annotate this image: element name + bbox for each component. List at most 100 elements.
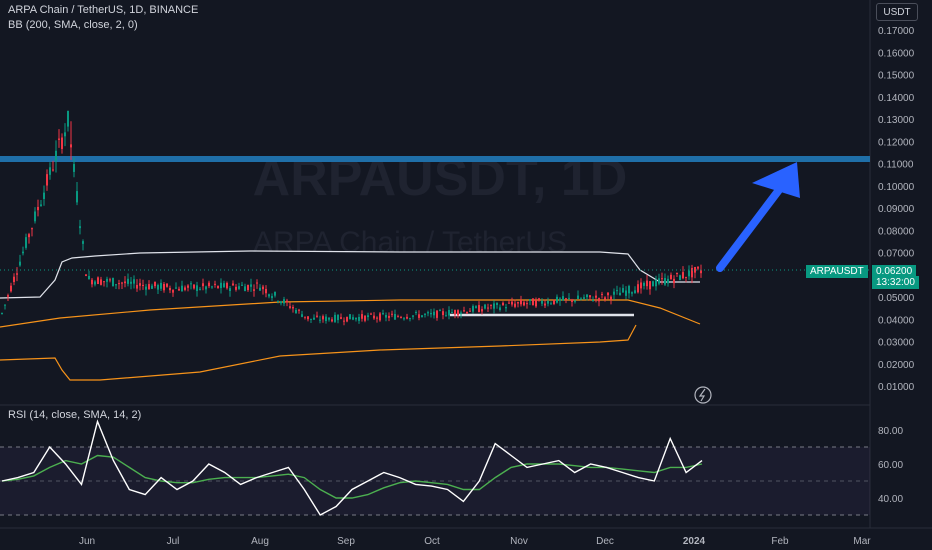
candle-body: [91, 279, 93, 285]
resistance-line[interactable]: [0, 156, 870, 162]
rsi-axis: 80.00 60.00 40.00: [878, 426, 903, 505]
rsi-legend[interactable]: RSI (14, close, SMA, 14, 2): [8, 409, 141, 421]
candle-body: [694, 266, 696, 273]
up-arrow-icon[interactable]: [716, 162, 800, 272]
candle-body: [226, 282, 228, 289]
candle-body: [292, 306, 294, 309]
candle-body: [265, 288, 267, 294]
price-tick-label: 0.15000: [878, 71, 915, 82]
candle-body: [145, 286, 147, 290]
ticker-tag: ARPAUSDT: [806, 265, 868, 278]
candle-body: [112, 278, 114, 287]
candle-body: [385, 314, 387, 318]
price-tick-label: 0.10000: [878, 182, 915, 193]
candle-body: [58, 138, 60, 140]
candle-body: [592, 300, 594, 302]
price-tick-label: 0.16000: [878, 48, 915, 59]
time-tick-label: Nov: [510, 536, 528, 547]
candle-body: [616, 290, 618, 292]
price-tick-label: 0.08000: [878, 226, 915, 237]
candle-body: [271, 296, 273, 298]
candle-body: [490, 304, 492, 306]
candle-body: [427, 312, 429, 314]
candle-body: [355, 317, 357, 320]
candle-body: [322, 316, 324, 320]
candle-body: [151, 285, 153, 289]
candle-body: [667, 278, 669, 284]
candle-body: [25, 237, 27, 248]
candle-body: [199, 288, 201, 290]
candle-body: [334, 314, 336, 322]
candle-body: [181, 285, 183, 292]
candle-body: [346, 316, 348, 322]
candle-body: [424, 313, 426, 315]
candle-body: [448, 309, 450, 316]
candle-body: [640, 282, 642, 289]
price-tick-label: 0.04000: [878, 315, 915, 326]
candle-body: [700, 270, 702, 274]
candle-body: [250, 284, 252, 287]
symbol-legend[interactable]: ARPA Chain / TetherUS, 1D, BINANCE: [8, 4, 198, 16]
chart-canvas[interactable]: ARPAUSDT, 1D ARPA Chain / TetherUS 0.170…: [0, 0, 932, 550]
candle-body: [205, 286, 207, 290]
candle-body: [409, 318, 411, 320]
candle-body: [178, 288, 180, 291]
candle-body: [373, 315, 375, 319]
candle-body: [439, 310, 441, 312]
bb-legend[interactable]: BB (200, SMA, close, 2, 0): [8, 19, 138, 31]
candle-body: [169, 287, 171, 291]
time-tick-label: Feb: [771, 536, 789, 547]
candle-body: [532, 298, 534, 306]
candle-body: [394, 314, 396, 320]
candle-body: [130, 281, 132, 284]
candle-body: [220, 282, 222, 289]
candle-body: [247, 285, 249, 291]
candle-body: [283, 299, 285, 304]
candle-body: [679, 275, 681, 280]
candle-body: [256, 282, 258, 284]
candle-body: [652, 281, 654, 287]
candle-body: [541, 300, 543, 304]
candle-body: [382, 313, 384, 315]
candle-body: [475, 306, 477, 308]
candle-body: [115, 284, 117, 286]
bb-basis-line: [0, 299, 701, 328]
candle-body: [406, 316, 408, 319]
candle-body: [391, 313, 393, 315]
candle-body: [502, 302, 504, 306]
candle-body: [295, 309, 297, 313]
time-tick-label: Dec: [596, 536, 614, 547]
candle-body: [142, 284, 144, 286]
candle-body: [430, 312, 432, 315]
price-tick-label: 0.05000: [878, 293, 915, 304]
candle-body: [634, 290, 636, 294]
candle-body: [598, 298, 600, 302]
candle-body: [358, 316, 360, 321]
price-axis[interactable]: 0.17000 0.16000 0.15000 0.14000 0.13000 0.120…: [878, 26, 915, 393]
candle-body: [397, 316, 399, 318]
candle-body: [400, 316, 402, 318]
currency-button[interactable]: USDT: [876, 3, 918, 21]
candle-body: [217, 285, 219, 289]
candle-body: [43, 192, 45, 199]
candle-body: [328, 317, 330, 320]
candle-body: [106, 278, 108, 282]
candle-body: [223, 283, 225, 288]
time-axis[interactable]: Jun Jul Aug Sep Oct Nov Dec 2024 Feb Mar: [79, 536, 871, 547]
time-tick-label: Mar: [853, 536, 871, 547]
candle-body: [676, 272, 678, 275]
candle-body: [508, 302, 510, 304]
candle-body: [4, 304, 6, 306]
candle-body: [673, 278, 675, 284]
rsi-tick-label: 60.00: [878, 460, 903, 471]
candle-body: [535, 299, 537, 307]
candle-body: [19, 261, 21, 266]
lightning-icon[interactable]: [694, 386, 712, 404]
candle-body: [454, 310, 456, 315]
candle-body: [481, 309, 483, 312]
candle-body: [412, 315, 414, 317]
candle-body: [124, 281, 126, 284]
candle-body: [175, 287, 177, 289]
candle-body: [121, 282, 123, 284]
candle-body: [70, 144, 72, 148]
